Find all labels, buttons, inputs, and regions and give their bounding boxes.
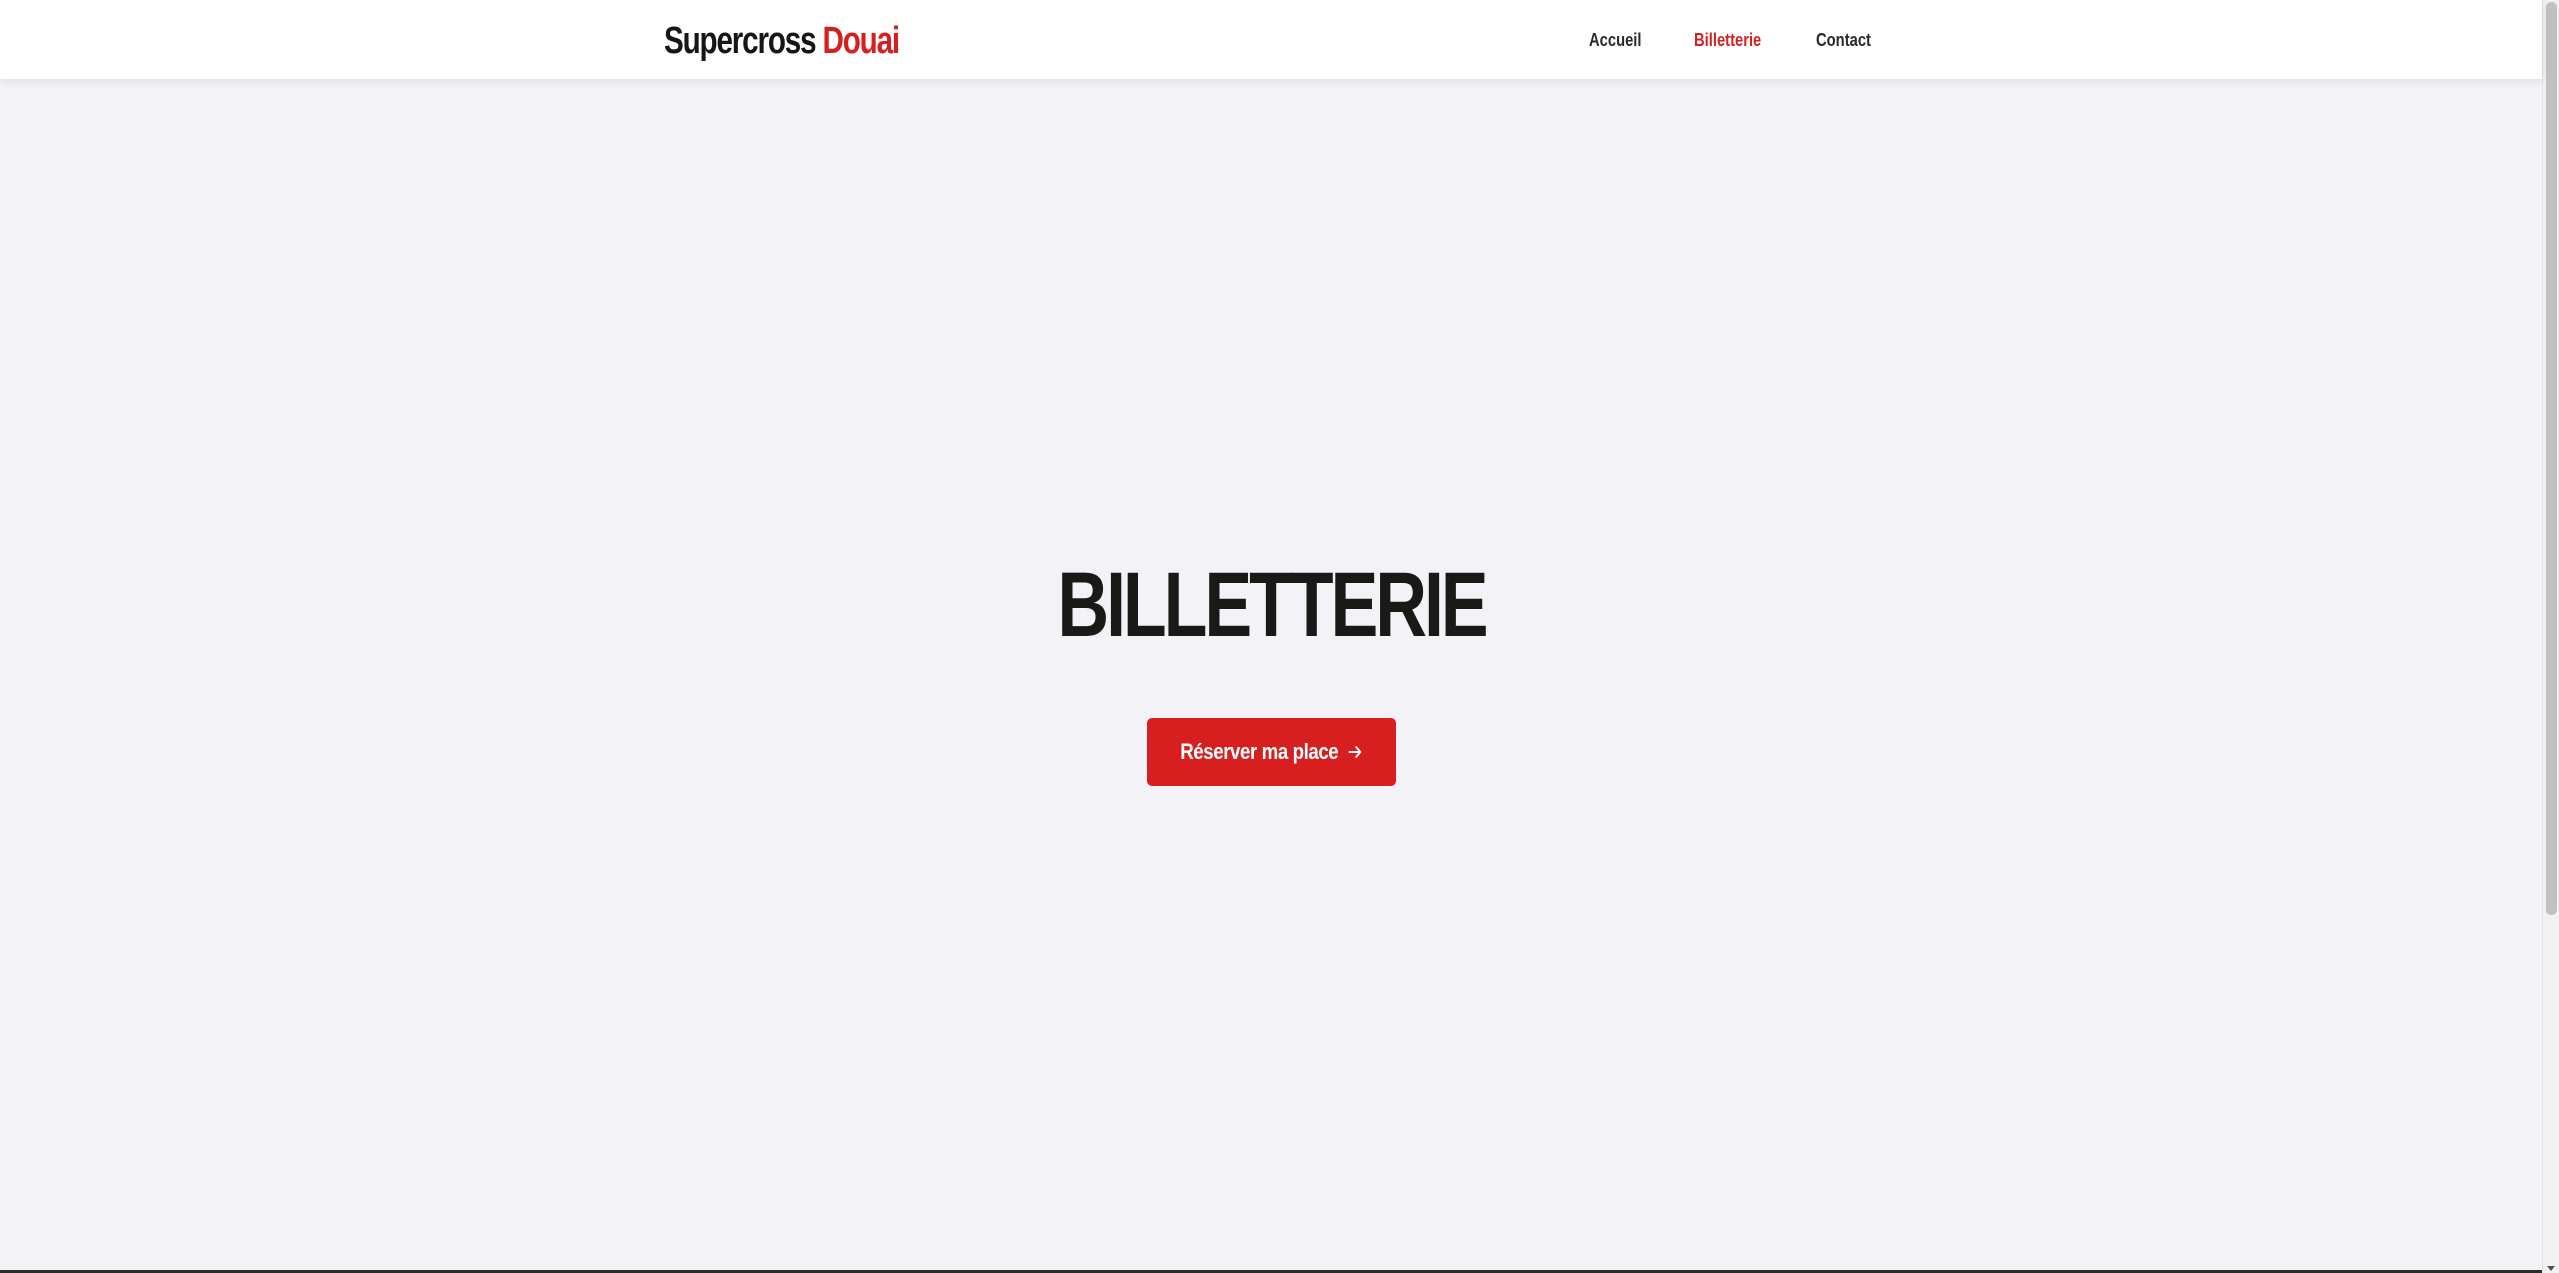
nav-link-contact[interactable]: Contact <box>1816 27 1871 53</box>
page: Supercross Douai Accueil Billetterie Con… <box>0 0 2542 1273</box>
site-header: Supercross Douai Accueil Billetterie Con… <box>0 0 2542 79</box>
page-title: BILLETTERIE <box>0 555 2542 655</box>
reserve-place-button-content: Réserver ma place <box>1180 739 1364 765</box>
scroll-down-arrow-icon[interactable] <box>2547 1266 2555 1271</box>
nav-link-billetterie[interactable]: Billetterie <box>1694 27 1761 53</box>
nav-link-accueil[interactable]: Accueil <box>1589 27 1642 53</box>
browser-viewport: Supercross Douai Accueil Billetterie Con… <box>0 0 2559 1273</box>
reserve-place-button[interactable]: Réserver ma place <box>1147 718 1396 786</box>
scrollbar-thumb[interactable] <box>2546 2 2557 915</box>
vertical-scrollbar[interactable] <box>2542 0 2559 1273</box>
arrow-right-icon <box>1347 746 1361 758</box>
main-nav: Accueil Billetterie Contact <box>0 27 2542 53</box>
page-title-text: BILLETTERIE <box>1056 554 1488 656</box>
reserve-place-button-label: Réserver ma place <box>1179 739 1338 764</box>
